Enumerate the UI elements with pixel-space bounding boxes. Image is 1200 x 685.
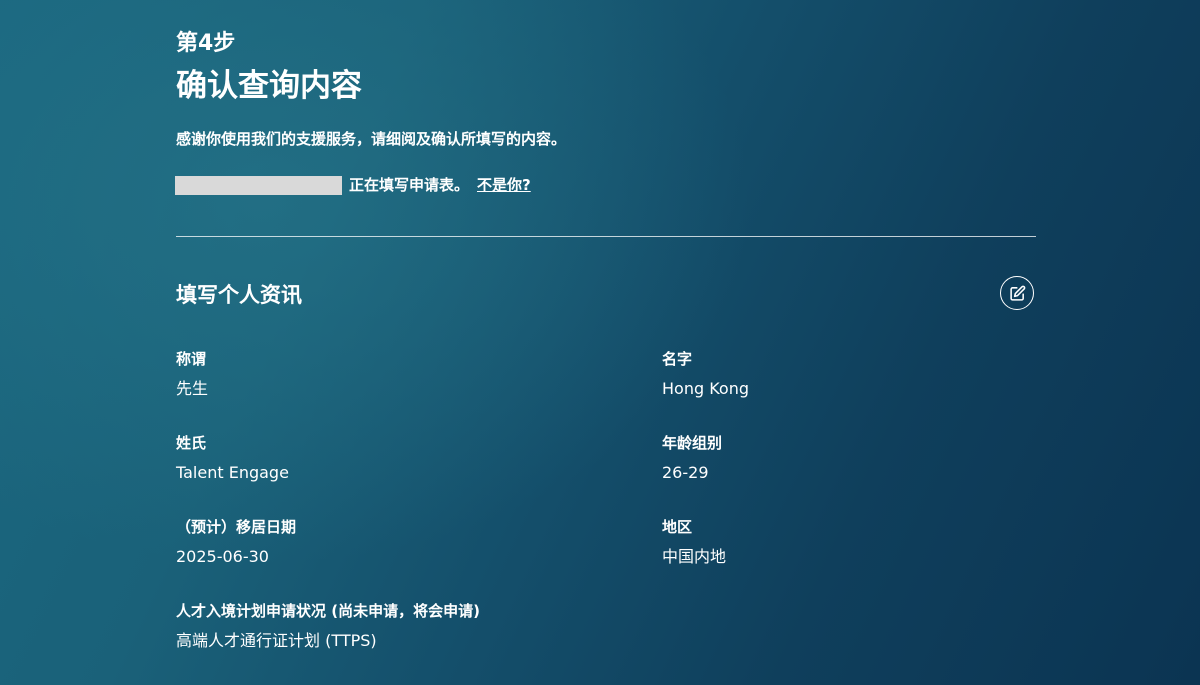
- field-label: 地区: [662, 518, 693, 536]
- field-value: 高端人才通行证计划 (TTPS): [176, 631, 377, 650]
- field-value: 中国内地: [662, 547, 727, 566]
- section-title: 填写个人资讯: [176, 283, 302, 307]
- field-region: 地区 中国内地: [662, 517, 1062, 568]
- intro-text: 感谢你使用我们的支援服务，请细阅及确认所填写的内容。: [176, 130, 567, 148]
- field-label: 年龄组别: [662, 434, 723, 452]
- field-value: 先生: [176, 379, 209, 398]
- field-value: 26-29: [662, 463, 709, 482]
- page-title: 确认查询内容: [176, 68, 362, 104]
- filling-status-text: 正在填写申请表。: [349, 176, 470, 194]
- field-value: Hong Kong: [662, 379, 749, 398]
- field-label: （预计）移居日期: [176, 518, 297, 536]
- field-value: 2025-06-30: [176, 547, 269, 566]
- field-first-name: 名字 Hong Kong: [662, 349, 1062, 400]
- edit-button[interactable]: [1000, 276, 1034, 310]
- field-label: 姓氏: [176, 434, 207, 452]
- user-status-line: 正在填写申请表。 不是你?: [175, 175, 531, 195]
- redacted-user-name: [175, 175, 342, 195]
- field-age-group: 年龄组别 26-29: [662, 433, 1062, 484]
- field-scheme-status: 人才入境计划申请状况 (尚未申请，将会申请) 高端人才通行证计划 (TTPS): [176, 601, 776, 652]
- section-divider: [176, 236, 1036, 237]
- not-you-link[interactable]: 不是你?: [477, 175, 531, 195]
- field-salutation: 称谓 先生: [176, 349, 576, 400]
- field-label: 人才入境计划申请状况 (尚未申请，将会申请): [176, 602, 480, 620]
- step-label: 第4步: [176, 31, 236, 56]
- field-label: 名字: [662, 350, 693, 368]
- field-value: Talent Engage: [176, 463, 289, 482]
- field-move-date: （预计）移居日期 2025-06-30: [176, 517, 576, 568]
- field-label: 称谓: [176, 350, 207, 368]
- field-surname: 姓氏 Talent Engage: [176, 433, 576, 484]
- edit-icon: [1009, 285, 1025, 301]
